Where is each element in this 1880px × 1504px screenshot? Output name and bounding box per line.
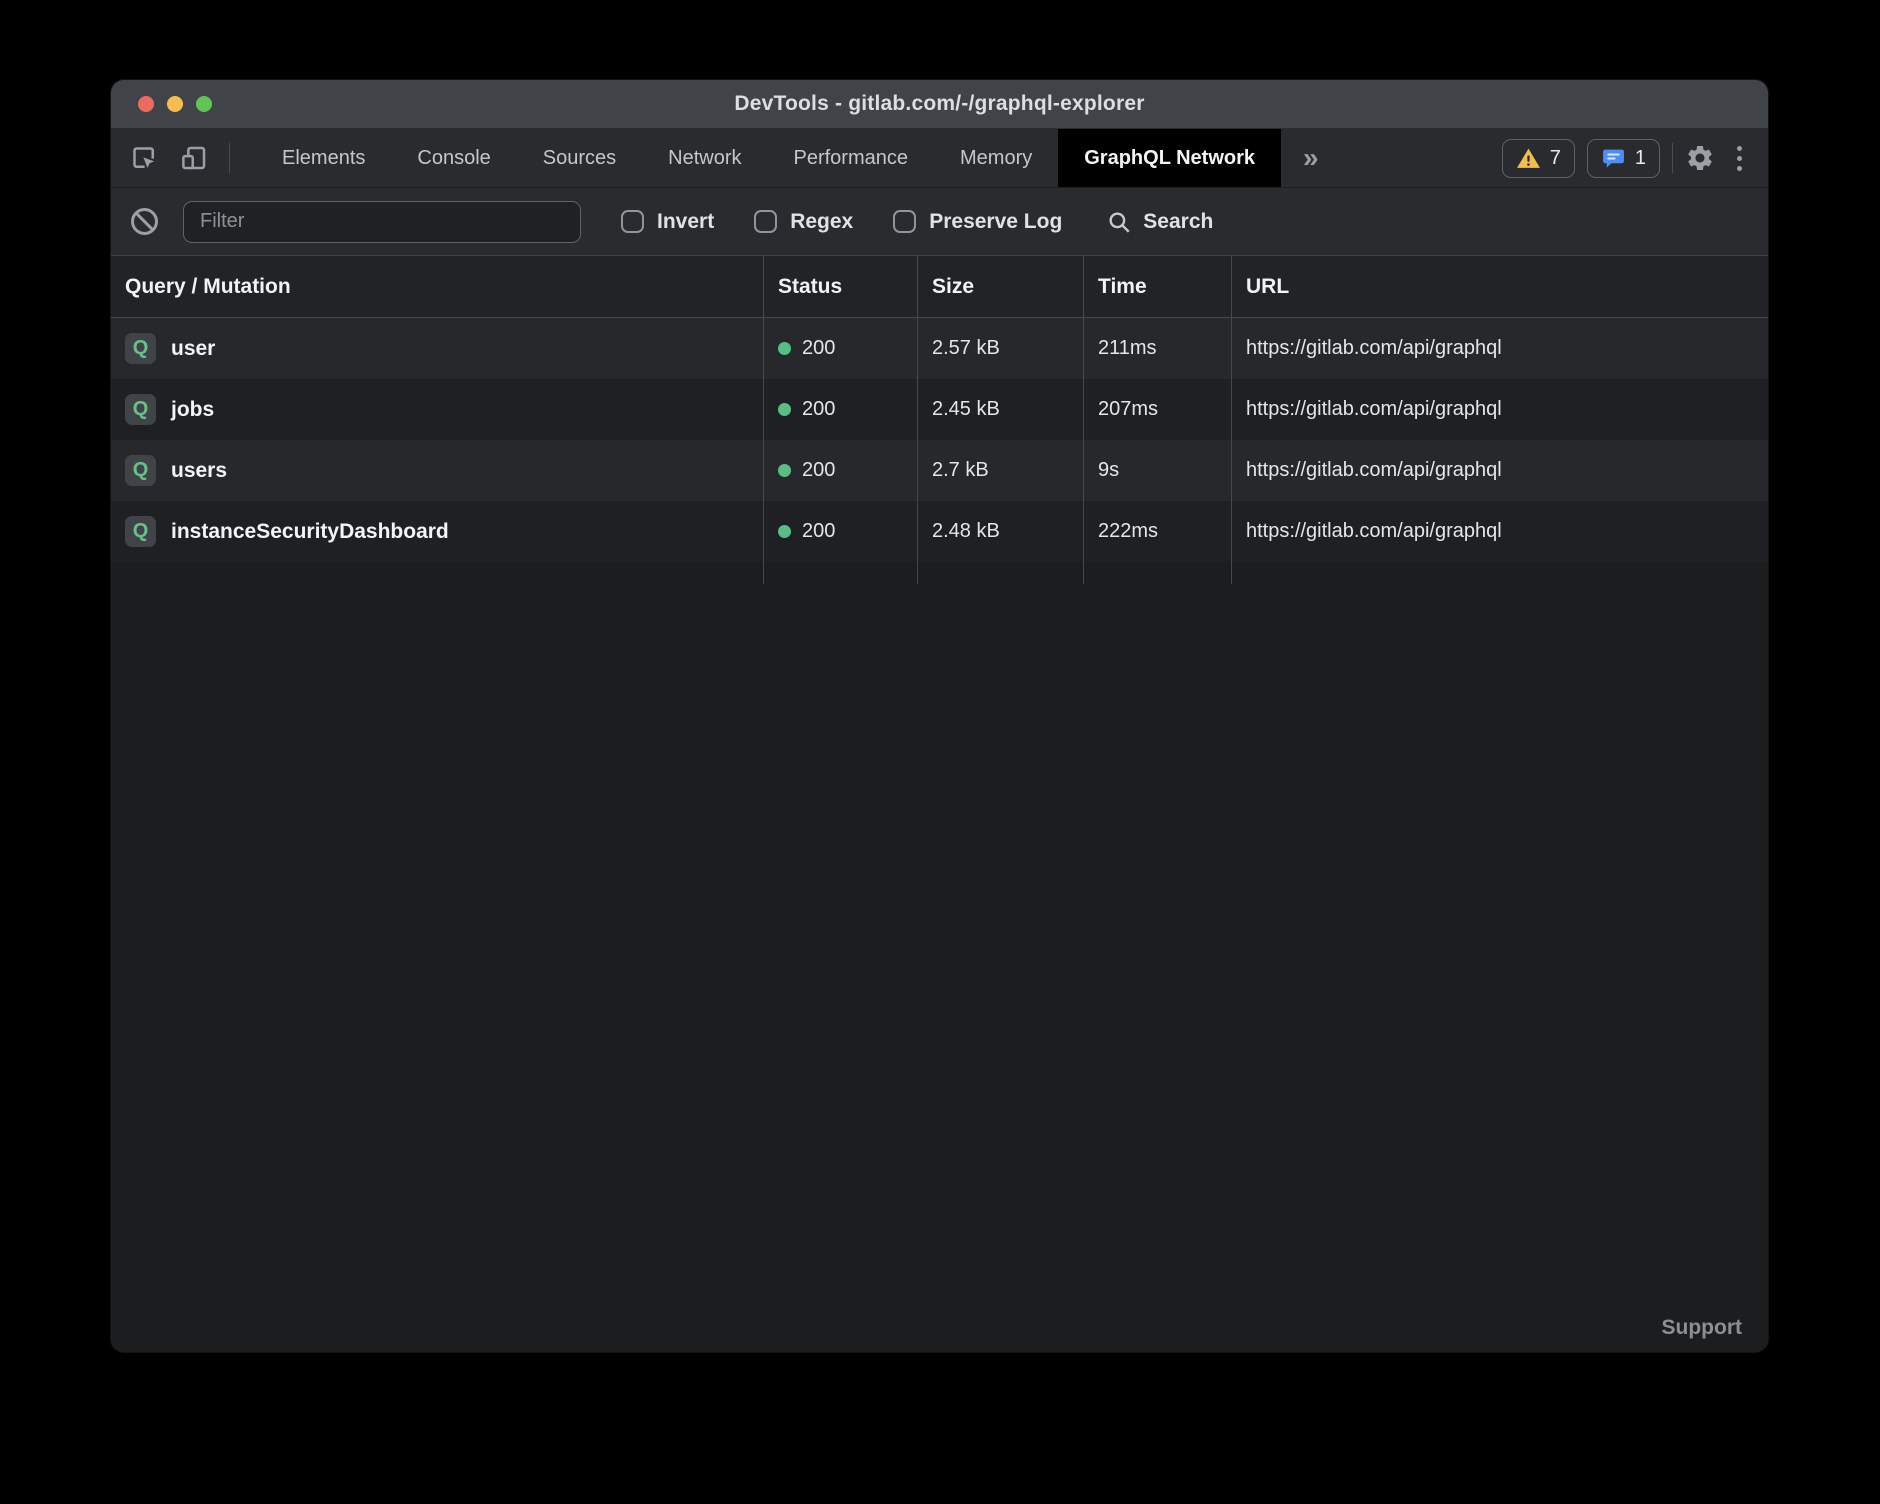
preserve-log-checkbox[interactable]: Preserve Log: [893, 210, 1062, 234]
devtools-window: DevTools - gitlab.com/-/graphql-explorer…: [111, 80, 1768, 1352]
warnings-badge[interactable]: 7: [1502, 139, 1575, 178]
filter-input[interactable]: [183, 201, 581, 243]
title-bar: DevTools - gitlab.com/-/graphql-explorer: [111, 80, 1768, 129]
device-toolbar-icon[interactable]: [179, 143, 209, 173]
column-header-status[interactable]: Status: [763, 256, 917, 318]
tab-label: Console: [417, 147, 490, 170]
response-size: 2.45 kB: [932, 398, 1000, 421]
status-code: 200: [802, 459, 835, 482]
checkbox-label: Invert: [657, 210, 714, 234]
response-time: 207ms: [1098, 398, 1158, 421]
column-label: Query / Mutation: [125, 275, 291, 299]
query-name: users: [171, 459, 227, 483]
toolbar-divider: [229, 143, 230, 173]
close-window-button[interactable]: [138, 96, 154, 112]
tab-performance[interactable]: Performance: [768, 129, 935, 187]
tab-label: Elements: [282, 147, 365, 170]
tab-label: Memory: [960, 147, 1032, 170]
status-code: 200: [802, 398, 835, 421]
response-time: 222ms: [1098, 520, 1158, 543]
filter-bar: Invert Regex Preserve Log Search: [111, 188, 1768, 256]
column-label: Size: [932, 275, 974, 299]
request-url: https://gitlab.com/api/graphql: [1246, 398, 1502, 421]
status-ok-dot: [778, 403, 791, 416]
issues-badge[interactable]: 1: [1587, 139, 1660, 178]
column-header-size[interactable]: Size: [917, 256, 1083, 318]
regex-checkbox[interactable]: Regex: [754, 210, 853, 234]
column-label: Time: [1098, 275, 1147, 299]
column-header-query[interactable]: Query / Mutation: [111, 256, 763, 318]
inspect-element-icon[interactable]: [129, 143, 159, 173]
query-type-badge: Q: [125, 516, 156, 547]
request-url: https://gitlab.com/api/graphql: [1246, 520, 1502, 543]
checkbox-box: [754, 210, 777, 233]
tab-graphql-network[interactable]: GraphQL Network: [1058, 129, 1281, 187]
panel-tabs: Elements Console Sources Network Perform…: [256, 129, 1341, 187]
invert-checkbox[interactable]: Invert: [621, 210, 714, 234]
support-link[interactable]: Support: [1662, 1316, 1742, 1340]
gear-icon[interactable]: [1685, 143, 1715, 173]
tab-memory[interactable]: Memory: [934, 129, 1058, 187]
tab-console[interactable]: Console: [391, 129, 516, 187]
query-name: user: [171, 337, 215, 361]
tab-label: Performance: [794, 147, 909, 170]
checkbox-box: [893, 210, 916, 233]
traffic-lights: [138, 80, 212, 128]
devtools-tab-bar: Elements Console Sources Network Perform…: [111, 129, 1768, 188]
tab-elements[interactable]: Elements: [256, 129, 391, 187]
tabbar-divider: [1672, 143, 1673, 173]
tab-label: Network: [668, 147, 741, 170]
response-size: 2.7 kB: [932, 459, 989, 482]
more-options-kebab-icon[interactable]: [1727, 146, 1752, 171]
requests-table: Query / Mutation Status Size Time URL Qu…: [111, 256, 1768, 584]
checkbox-label: Preserve Log: [929, 210, 1062, 234]
tab-network[interactable]: Network: [642, 129, 767, 187]
message-icon: [1601, 146, 1626, 171]
status-ok-dot: [778, 342, 791, 355]
search-icon: [1106, 209, 1132, 235]
column-header-time[interactable]: Time: [1083, 256, 1231, 318]
column-label: URL: [1246, 275, 1289, 299]
tab-label: Sources: [543, 147, 616, 170]
more-tabs-button[interactable]: »: [1281, 129, 1341, 187]
warning-icon: [1516, 146, 1541, 171]
warnings-count: 7: [1550, 147, 1561, 170]
minimize-window-button[interactable]: [167, 96, 183, 112]
response-time: 211ms: [1098, 337, 1157, 360]
status-ok-dot: [778, 464, 791, 477]
zoom-window-button[interactable]: [196, 96, 212, 112]
status-ok-dot: [778, 525, 791, 538]
checkbox-label: Regex: [790, 210, 853, 234]
response-size: 2.57 kB: [932, 337, 1000, 360]
request-url: https://gitlab.com/api/graphql: [1246, 337, 1502, 360]
chevron-double-right-icon: »: [1303, 142, 1319, 174]
response-time: 9s: [1098, 459, 1119, 482]
issues-count: 1: [1635, 147, 1646, 170]
query-type-badge: Q: [125, 455, 156, 486]
column-label: Status: [778, 275, 842, 299]
toolbar-icons: [111, 129, 246, 187]
search-button[interactable]: Search: [1106, 209, 1213, 235]
clear-log-icon[interactable]: [131, 208, 158, 235]
search-label: Search: [1143, 210, 1213, 234]
status-code: 200: [802, 337, 835, 360]
query-name: instanceSecurityDashboard: [171, 520, 449, 544]
tab-sources[interactable]: Sources: [517, 129, 642, 187]
column-header-url[interactable]: URL: [1231, 256, 1768, 318]
status-code: 200: [802, 520, 835, 543]
tabbar-right-cluster: 7 1: [1502, 129, 1768, 187]
response-size: 2.48 kB: [932, 520, 1000, 543]
tab-label: GraphQL Network: [1084, 147, 1255, 170]
request-url: https://gitlab.com/api/graphql: [1246, 459, 1502, 482]
query-type-badge: Q: [125, 333, 156, 364]
window-title: DevTools - gitlab.com/-/graphql-explorer: [734, 92, 1144, 116]
query-type-badge: Q: [125, 394, 156, 425]
query-name: jobs: [171, 398, 214, 422]
panel-content: Query / Mutation Status Size Time URL Qu…: [111, 256, 1768, 1352]
checkbox-box: [621, 210, 644, 233]
